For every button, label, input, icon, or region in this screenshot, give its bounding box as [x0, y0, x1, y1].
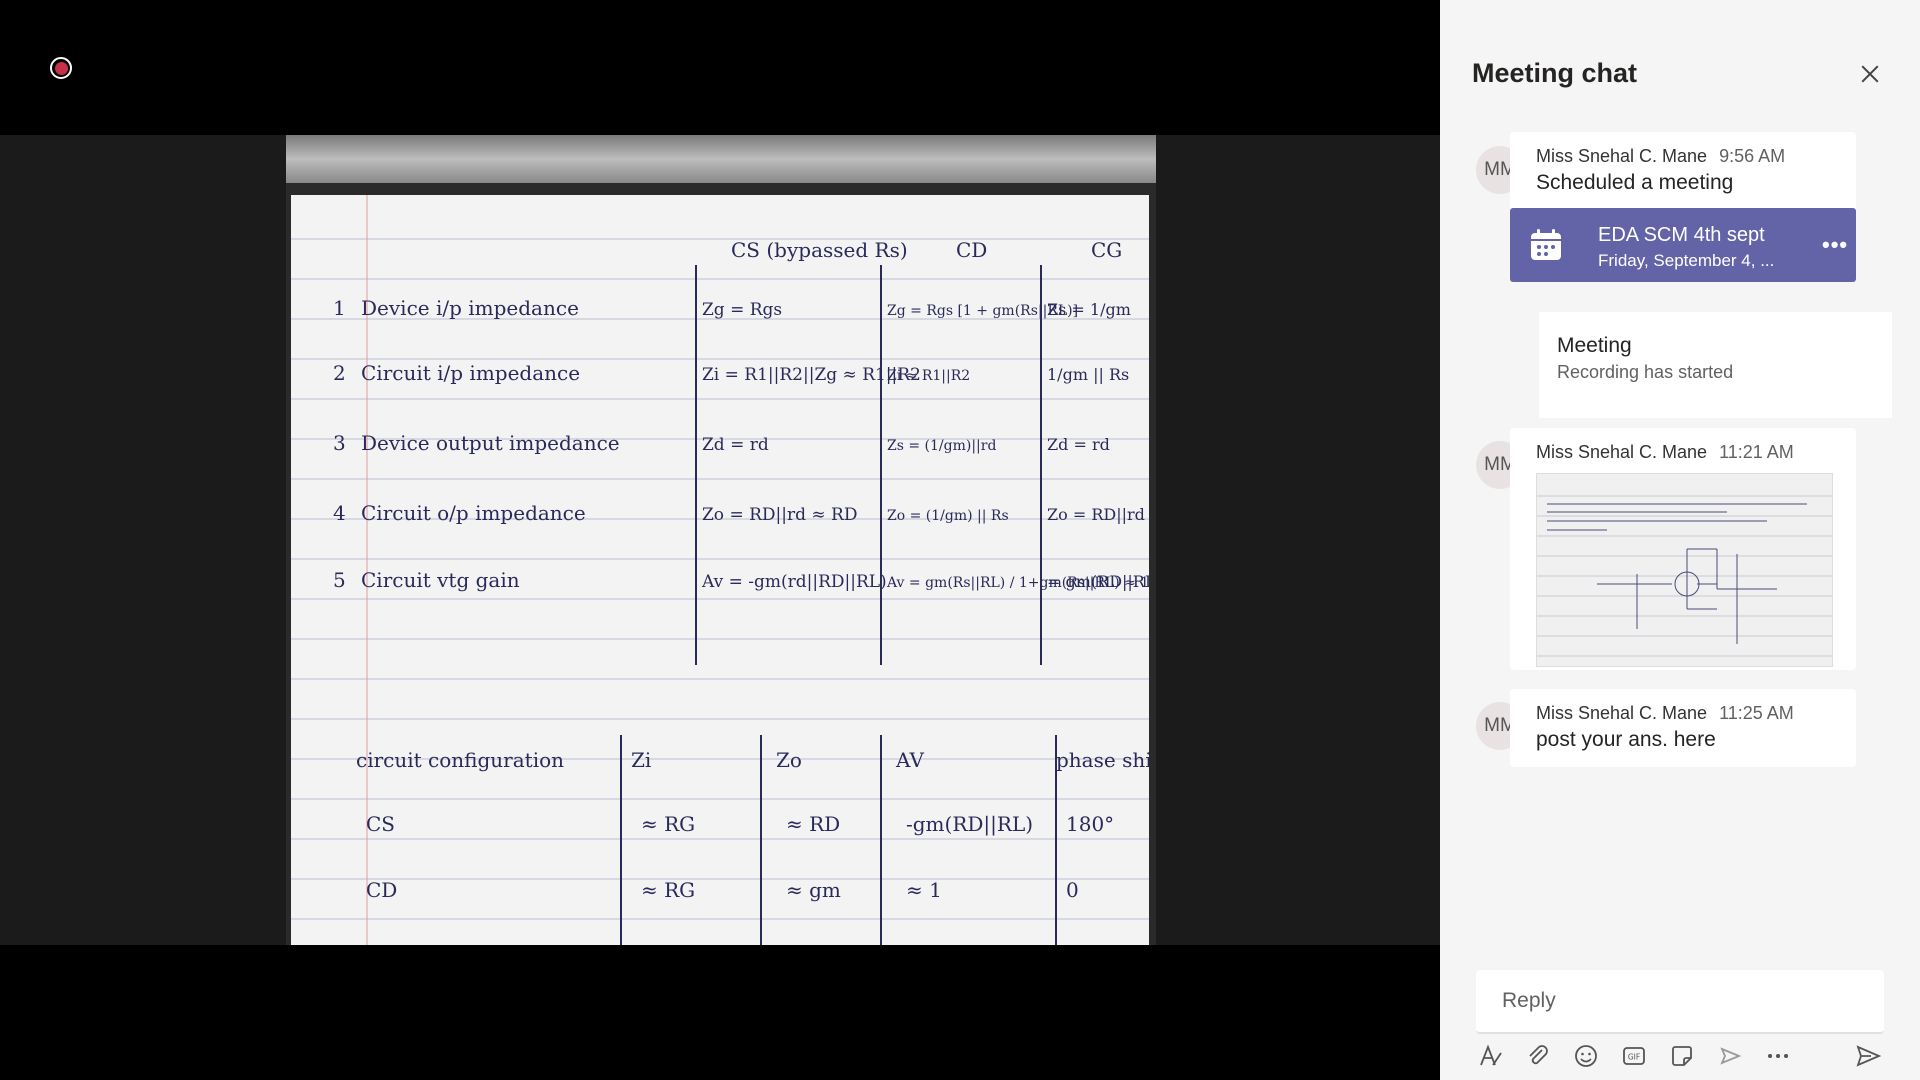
message-author: Miss Snehal C. Mane [1536, 442, 1708, 462]
emoji-icon[interactable] [1570, 1040, 1602, 1072]
table-header: CG [1091, 238, 1122, 262]
table2-cell: -gm(RD||RL) [906, 812, 1033, 837]
message-author: Miss Snehal C. Mane [1536, 146, 1708, 166]
table-header: CS (bypassed Rs) [731, 238, 908, 262]
svg-text:GIF: GIF [1628, 1053, 1640, 1062]
meeting-stage: CS (bypassed Rs) CD CG 1 Device i/p impedanc… [0, 0, 1440, 1080]
row-number: 5 [333, 568, 346, 592]
handwritten-notes: CS (bypassed Rs) CD CG 1 Device i/p impedanc… [291, 195, 1149, 945]
cs-cell: Av = -gm(rd||RD||RL) [701, 572, 887, 592]
row-label: Circuit o/p impedance [361, 501, 586, 525]
chat-message: Miss Snehal C. Mane 11:25 AM post your an… [1510, 689, 1856, 767]
cd-cell: Zs = (1/gm)||rd [887, 438, 996, 454]
calendar-icon [1531, 229, 1561, 260]
notebook-page: CS (bypassed Rs) CD CG 1 Device i/p impedanc… [291, 195, 1149, 945]
table2-cell: 0 [1066, 878, 1079, 902]
table2-cell: ≈ 1 [906, 878, 942, 902]
cg-cell: Zd = rd [1047, 435, 1110, 454]
attach-icon[interactable] [1522, 1040, 1554, 1072]
table2-cell: ≈ RD [786, 812, 840, 836]
meeting-card-title: EDA SCM 4th sept [1598, 224, 1765, 246]
reply-input[interactable] [1500, 988, 1864, 1014]
gif-icon[interactable]: GIF [1618, 1040, 1650, 1072]
cd-cell: Zo = (1/gm) || Rs [887, 508, 1009, 524]
shared-screen: CS (bypassed Rs) CD CG 1 Device i/p impedanc… [286, 135, 1156, 945]
send-icon[interactable] [1852, 1040, 1884, 1072]
cs-cell: Zd = rd [702, 435, 769, 455]
shared-screen-top-strip [286, 135, 1156, 183]
cg-cell: = gm(RD||RL) [1047, 572, 1149, 591]
circuit-image-lines [1537, 495, 1832, 657]
reply-box[interactable] [1476, 970, 1884, 1034]
table2-header: phase shift [1056, 748, 1149, 772]
row-label: Device output impedance [361, 431, 620, 455]
cg-cell: Zo = RD||rd [1047, 505, 1145, 524]
close-icon[interactable] [1854, 58, 1886, 90]
table2-cell: CS [366, 812, 395, 836]
table2-header: Zo [776, 748, 802, 772]
cg-cell: Zs = 1/gm [1047, 300, 1131, 319]
row-label: Circuit i/p impedance [361, 361, 580, 385]
format-icon[interactable] [1474, 1040, 1506, 1072]
table2-cell: ≈ gm [786, 878, 841, 902]
table2-header: circuit configuration [356, 748, 564, 772]
cs-cell: Zo = RD||rd ≈ RD [702, 505, 857, 525]
table-header: CD [956, 238, 987, 262]
system-message-text: Recording has started [1557, 362, 1734, 382]
table2-header: Zi [631, 748, 651, 772]
cd-cell: Zi ≈ R1||R2 [887, 368, 970, 384]
system-message-heading: Meeting [1557, 334, 1632, 357]
cs-cell: Zg = Rgs [702, 300, 782, 320]
row-number: 4 [333, 501, 346, 525]
meet-now-icon[interactable] [1714, 1040, 1746, 1072]
more-options-icon[interactable] [1762, 1040, 1794, 1072]
chat-title: Meeting chat [1472, 58, 1638, 88]
chat-message: Miss Snehal C. Mane 11:21 AM [1510, 428, 1856, 670]
row-label: Circuit vtg gain [361, 568, 520, 592]
sticker-icon[interactable] [1666, 1040, 1698, 1072]
message-author: Miss Snehal C. Mane [1536, 703, 1708, 723]
table2-header: AV [895, 748, 924, 772]
table2-cell: CD [366, 878, 397, 902]
recording-icon [50, 57, 72, 79]
meeting-card-subtitle: Friday, September 4, ... [1598, 251, 1775, 270]
row-number: 3 [333, 431, 346, 455]
message-time: 11:25 AM [1719, 703, 1794, 723]
meeting-card[interactable]: EDA SCM 4th sept Friday, September 4, ..… [1510, 208, 1856, 282]
message-text: post your ans. here [1536, 728, 1716, 751]
more-options-icon[interactable]: ••• [1822, 232, 1848, 258]
table2-cell: 180° [1066, 812, 1114, 836]
row-number: 2 [333, 361, 346, 385]
message-text: Scheduled a meeting [1536, 171, 1734, 194]
table2-cell: ≈ RG [641, 878, 695, 902]
message-time: 11:21 AM [1719, 442, 1794, 462]
message-time: 9:56 AM [1719, 146, 1786, 166]
system-message: Meeting Recording has started [1539, 312, 1892, 418]
circuit-problem-image[interactable] [1536, 473, 1833, 667]
cg-cell: 1/gm || Rs [1047, 365, 1129, 384]
table2-cell: ≈ RG [641, 812, 695, 836]
row-number: 1 [333, 296, 346, 320]
row-label: Device i/p impedance [361, 296, 579, 320]
